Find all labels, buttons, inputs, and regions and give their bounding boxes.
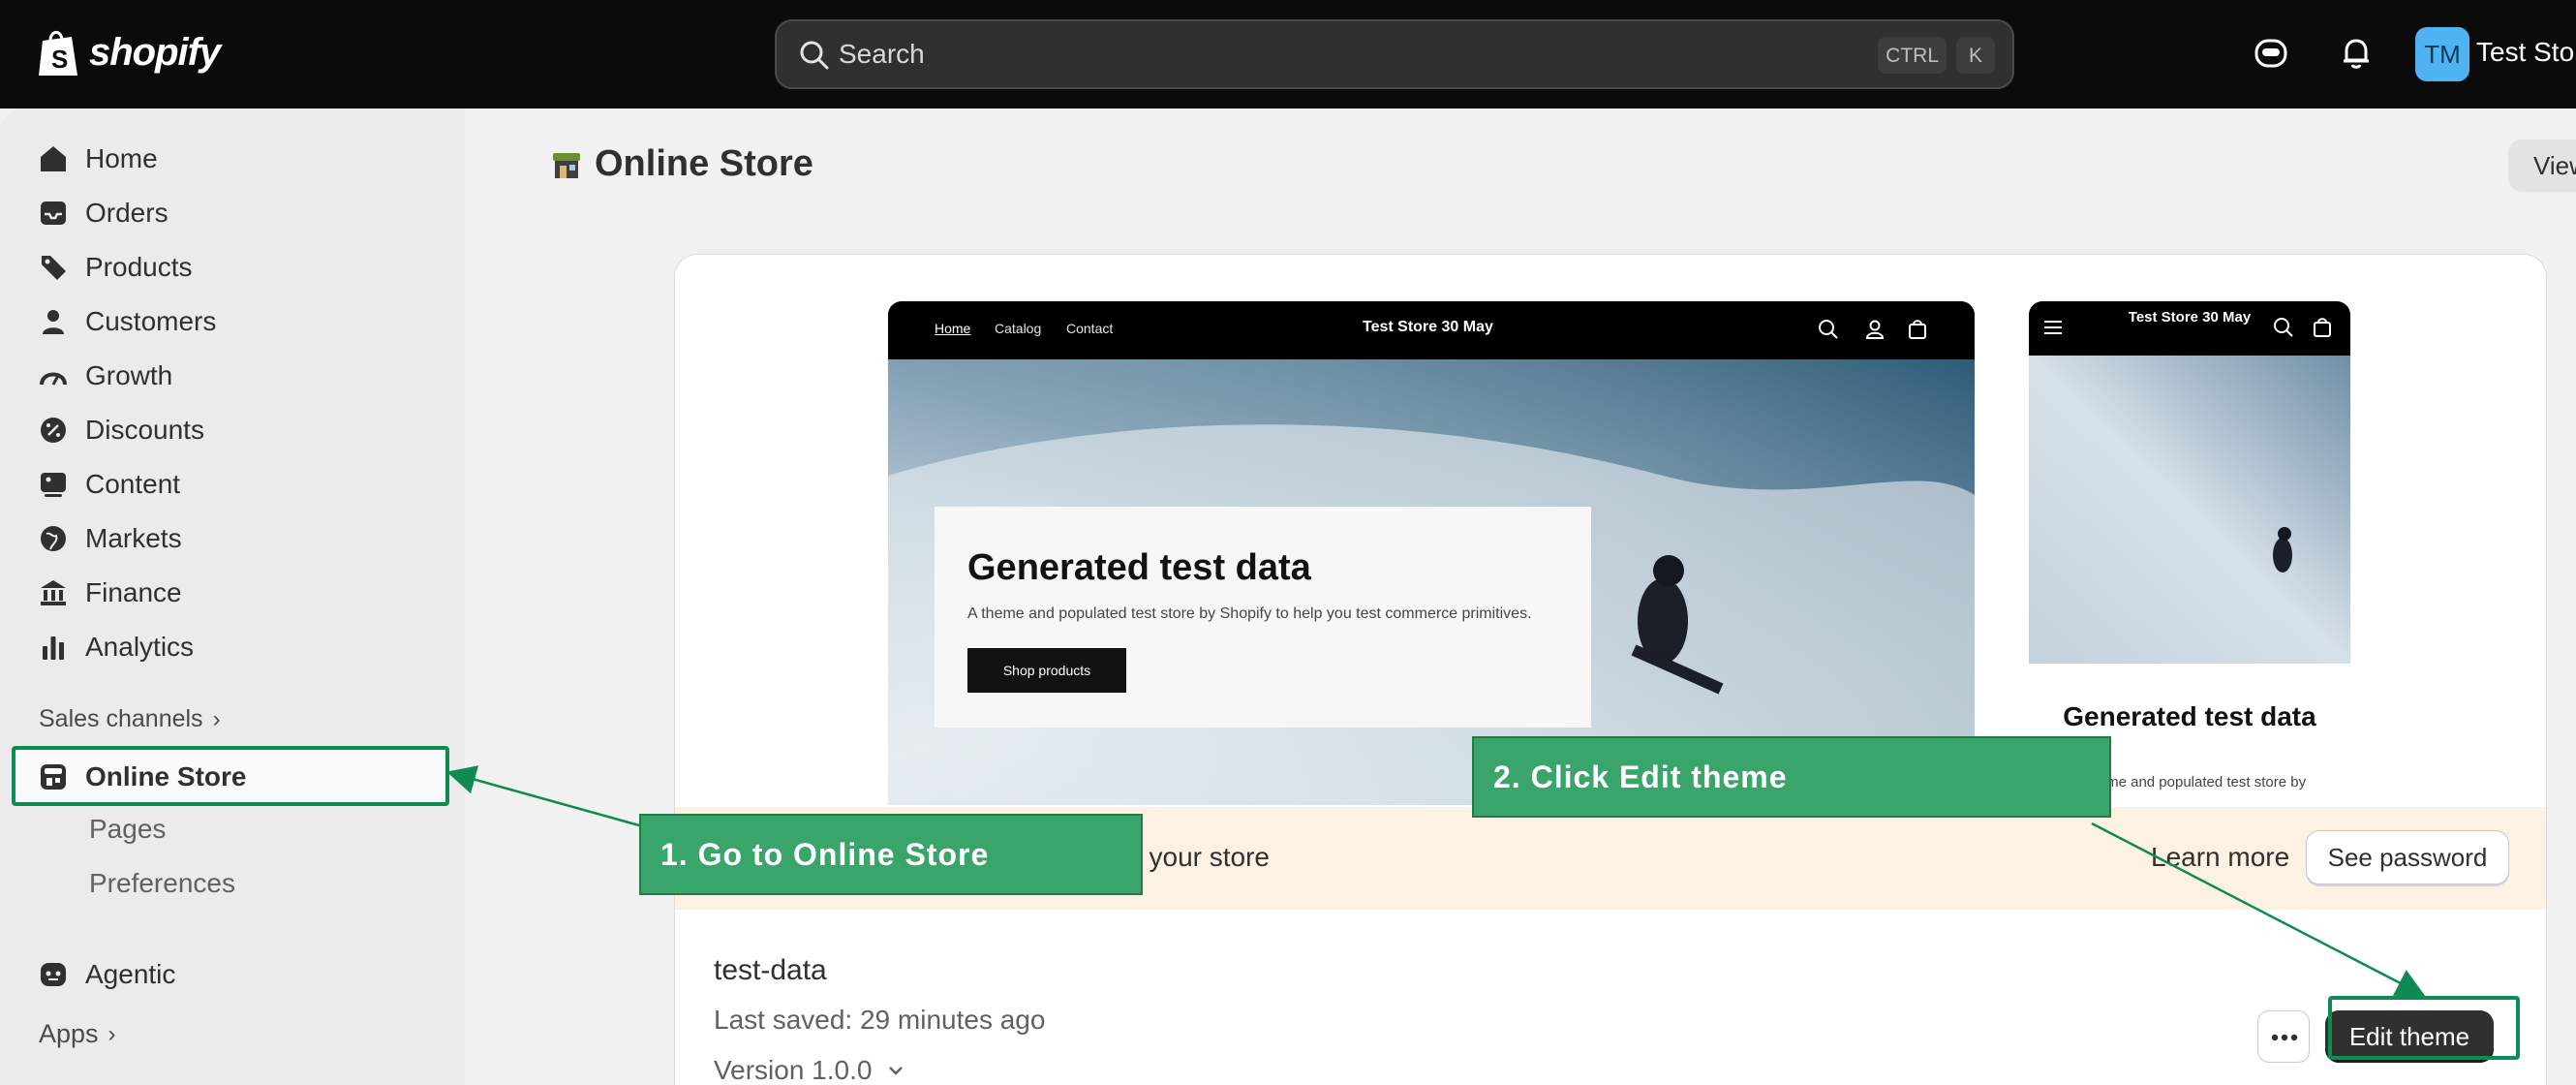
sales-channels-header[interactable]: Sales channels › — [39, 705, 221, 733]
hero-overlay-card: Generated test data A theme and populate… — [935, 507, 1591, 728]
mobile-store-title: Test Store 30 May — [2128, 309, 2252, 326]
sidekick-icon[interactable] — [2253, 35, 2289, 72]
home-icon — [41, 146, 66, 171]
sidebar-item-orders[interactable]: Orders — [37, 191, 169, 235]
chevron-right-icon: › — [107, 1020, 116, 1047]
discount-icon — [41, 418, 66, 443]
desktop-preview[interactable]: Home Catalog Contact Test Store 30 May G… — [888, 301, 1975, 805]
preview-store-title: Test Store 30 May — [1363, 319, 1493, 335]
shortcut-k: K — [1956, 37, 1995, 74]
step-1-callout: 1. Go to Online Store — [639, 814, 1143, 895]
apps-header[interactable]: Apps › — [39, 1019, 116, 1049]
see-password-button[interactable]: See password — [2306, 830, 2509, 884]
preview-header: Home Catalog Contact Test Store 30 May — [888, 301, 1975, 359]
mobile-preview-header: Test Store 30 May — [2029, 301, 2350, 356]
online-store-emoji-icon — [553, 152, 580, 178]
preview-nav-catalog: Catalog — [995, 321, 1042, 336]
sidebar-item-pages[interactable]: Pages — [89, 814, 166, 845]
brand-name: shopify — [89, 30, 221, 74]
edit-theme-button[interactable]: Edit theme — [2325, 1010, 2494, 1063]
globe-icon — [41, 526, 66, 551]
tag-icon — [42, 256, 66, 280]
bell-icon[interactable] — [2338, 35, 2375, 72]
sidebar-item-analytics[interactable]: Analytics — [37, 625, 194, 669]
image-icon — [41, 473, 66, 497]
sidebar-item-finance[interactable]: Finance — [37, 571, 182, 615]
sidebar-item-home[interactable]: Home — [37, 137, 158, 181]
shopify-bag-icon: S — [39, 31, 77, 76]
step-2-callout: 2. Click Edit theme — [1472, 736, 2111, 818]
preview-nav-contact: Contact — [1066, 321, 1114, 336]
sidebar-item-discounts[interactable]: Discounts — [37, 408, 204, 452]
learn-more-link[interactable]: Learn more — [2151, 842, 2289, 873]
theme-version-selector[interactable]: Version 1.0.0 — [714, 1055, 906, 1085]
inbox-icon — [41, 202, 66, 225]
shop-products-button: Shop products — [967, 648, 1126, 693]
preview-cart-icon — [1909, 320, 1926, 339]
mobile-hero-title: Generated test data — [2063, 701, 2316, 731]
sidebar-item-content[interactable]: Content — [37, 462, 180, 507]
preview-menu-icon — [2044, 321, 2062, 334]
mobile-preview[interactable]: Test Store 30 May Generated test data A … — [2029, 301, 2350, 805]
sidebar-item-preferences[interactable]: Preferences — [89, 868, 235, 899]
main-content: Online Store View Home Catalog Contact T… — [465, 108, 2576, 1085]
ellipsis-icon — [2271, 1034, 2298, 1041]
sidebar-item-agentic[interactable]: Agentic — [37, 952, 175, 997]
main-frame: Home Orders Products Customers Growth Di… — [0, 108, 2576, 1085]
search-bar[interactable]: CTRL K — [775, 19, 2014, 89]
store-name[interactable]: Test Store — [2476, 37, 2576, 68]
theme-last-saved: Last saved: 29 minutes ago — [714, 1005, 1046, 1035]
top-bar: S shopify CTRL K TM Test Store — [0, 0, 2576, 108]
hero-subtitle: A theme and populated test store by Shop… — [967, 605, 1532, 622]
sidebar: Home Orders Products Customers Growth Di… — [0, 108, 465, 1085]
theme-card: Home Catalog Contact Test Store 30 May G… — [674, 254, 2547, 1085]
shortcut-ctrl: CTRL — [1878, 37, 1947, 74]
chevron-down-icon — [889, 1067, 904, 1075]
svg-text:S: S — [51, 45, 68, 74]
mobile-hero-image — [2029, 356, 2350, 664]
preview-search-icon — [2274, 318, 2293, 337]
chevron-right-icon: › — [212, 705, 221, 732]
page-title: Online Store — [550, 143, 813, 185]
search-icon — [800, 41, 829, 70]
shopify-logo[interactable]: S shopify — [37, 27, 221, 78]
preview-search-icon — [1819, 320, 1838, 339]
sidebar-item-customers[interactable]: Customers — [37, 299, 216, 344]
person-icon — [43, 310, 64, 334]
search-input[interactable] — [839, 35, 1710, 74]
sidebar-item-markets[interactable]: Markets — [37, 516, 182, 561]
bank-icon — [41, 580, 66, 605]
more-actions-button[interactable] — [2257, 1010, 2310, 1063]
view-store-button[interactable]: View — [2508, 140, 2576, 192]
avatar[interactable]: TM — [2415, 27, 2469, 81]
sidebar-item-online-store[interactable]: Online Store — [37, 755, 246, 799]
gauge-icon — [40, 372, 67, 386]
theme-name: test-data — [714, 954, 827, 986]
bar-chart-icon — [43, 636, 64, 660]
preview-account-icon — [1865, 320, 1885, 339]
preview-nav-home: Home — [935, 321, 971, 336]
store-icon — [41, 764, 66, 790]
sidebar-item-growth[interactable]: Growth — [37, 354, 172, 398]
sidebar-item-products[interactable]: Products — [37, 245, 193, 290]
preview-cart-icon — [2314, 318, 2331, 337]
robot-icon — [41, 963, 66, 986]
hero-title: Generated test data — [967, 547, 1311, 588]
